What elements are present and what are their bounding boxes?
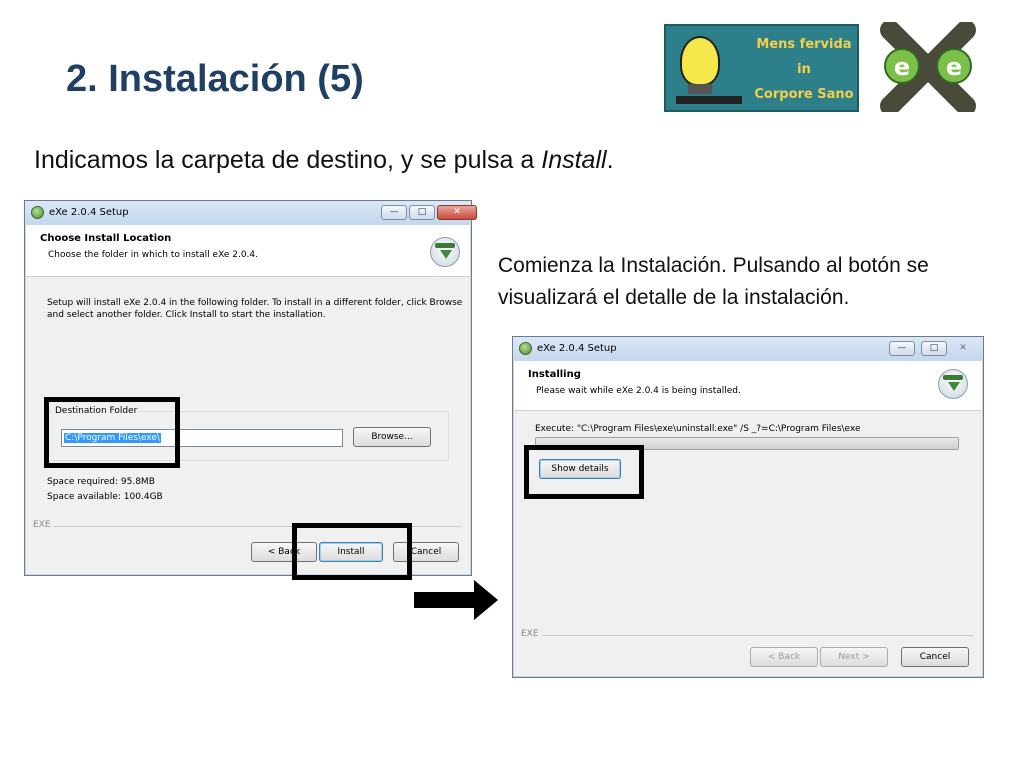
subtitle-end: . xyxy=(606,146,614,174)
installer-icon xyxy=(430,237,460,267)
space-required: Space required: 95.8MB xyxy=(47,477,155,487)
header-title: Installing xyxy=(528,369,581,380)
setup-dialog-choose-location: eXe 2.0.4 Setup — □ ✕ Choose Install Loc… xyxy=(24,200,477,576)
minimize-button[interactable]: — xyxy=(381,205,407,220)
exe-letter-right: e xyxy=(946,53,962,81)
window-title: eXe 2.0.4 Setup xyxy=(49,207,129,218)
setup-dialog-installing: eXe 2.0.4 Setup — □ ✕ Installing Please … xyxy=(512,336,984,678)
dialog-header: Choose Install Location Choose the folde… xyxy=(26,225,470,277)
header-title: Choose Install Location xyxy=(40,233,172,244)
logo-slogan: Mens fervida in Corpore Sano xyxy=(754,32,854,107)
lightbulb-icon xyxy=(680,36,720,86)
slogan-line-1: Mens fervida xyxy=(756,37,852,52)
space-available: Space available: 100.4GB xyxy=(47,492,163,502)
slide-title: 2. Instalación (5) xyxy=(66,58,364,100)
subtitle-install-word: Install xyxy=(541,146,607,174)
exe-logo: e e xyxy=(880,22,976,112)
mens-fervida-logo: Mens fervida in Corpore Sano xyxy=(664,24,859,112)
lightbulb-base xyxy=(688,84,712,94)
exe-app-icon xyxy=(31,206,44,219)
close-button[interactable]: ✕ xyxy=(437,205,477,220)
installer-icon xyxy=(938,369,968,399)
subtitle-text: Indicamos la carpeta de destino, y se pu… xyxy=(34,146,542,174)
header-subtitle: Choose the folder in which to install eX… xyxy=(48,250,259,260)
back-button[interactable]: < Back xyxy=(750,647,818,667)
branding-text: EXE xyxy=(33,520,54,530)
exe-letter-left: e xyxy=(894,53,910,81)
side-note: Comienza la Instalación. Pulsando al bot… xyxy=(498,254,929,309)
next-button[interactable]: Next > xyxy=(820,647,888,667)
dialog-titlebar[interactable]: eXe 2.0.4 Setup — □ ✕ xyxy=(25,201,477,225)
right-arrow-icon xyxy=(414,580,498,620)
skateboard-icon xyxy=(676,96,742,104)
highlight-destination-folder xyxy=(44,397,180,468)
dialog-titlebar[interactable]: eXe 2.0.4 Setup — □ ✕ xyxy=(513,337,983,361)
cancel-button[interactable]: Cancel xyxy=(901,647,969,667)
branding-text: EXE xyxy=(521,629,542,639)
maximize-button[interactable]: □ xyxy=(921,341,947,356)
slogan-line-3: Corpore Sano xyxy=(754,87,854,102)
instructions-line-2: and select another folder. Click Install… xyxy=(47,310,326,320)
header-subtitle: Please wait while eXe 2.0.4 is being ins… xyxy=(536,386,741,396)
branding-divider xyxy=(521,635,973,636)
slogan-line-2: in xyxy=(797,62,811,77)
close-button[interactable]: ✕ xyxy=(949,341,977,356)
highlight-install-button xyxy=(292,523,412,580)
browse-button[interactable]: Browse... xyxy=(353,427,431,447)
dialog-header: Installing Please wait while eXe 2.0.4 i… xyxy=(514,361,982,411)
exe-app-icon xyxy=(519,342,532,355)
minimize-button[interactable]: — xyxy=(889,341,915,356)
highlight-show-details xyxy=(524,445,644,499)
slide-subtitle: Indicamos la carpeta de destino, y se pu… xyxy=(34,146,614,175)
maximize-button[interactable]: □ xyxy=(409,205,435,220)
window-title: eXe 2.0.4 Setup xyxy=(537,343,617,354)
instructions-line-1: Setup will install eXe 2.0.4 in the foll… xyxy=(47,298,463,308)
execute-status: Execute: "C:\Program Files\exe\uninstall… xyxy=(535,424,861,434)
